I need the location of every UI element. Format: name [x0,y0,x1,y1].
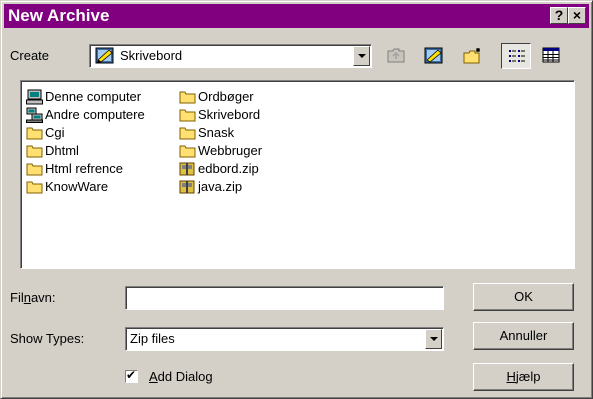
add-dialog-label[interactable]: Add Dialog [149,369,213,385]
folder-icon [179,127,196,140]
folder-icon [26,163,43,176]
show-types-label: Show Types: [10,331,85,346]
computer-icon [26,89,43,105]
chevron-down-icon[interactable] [353,46,370,66]
folder-icon [26,181,43,194]
title-bar[interactable]: New Archive ? × [4,4,589,28]
desktop-icon [424,47,443,64]
list-item-label: Skrivebord [198,107,261,122]
list-item-label: KnowWare [45,179,109,194]
create-location-combo[interactable]: Skrivebord [89,44,372,68]
list-view-icon [509,50,525,62]
help-button[interactable]: Hjælp [473,363,574,391]
file-list[interactable]: Denne computer Andre computere Cgi Dhtml [20,80,575,269]
close-title-button[interactable]: × [568,7,586,24]
list-item-label: Snask [198,125,235,140]
create-location-value: Skrivebord [120,48,183,63]
up-folder-button[interactable] [381,43,411,69]
network-icon [26,107,43,123]
add-dialog-checkbox[interactable]: ✔ [125,368,138,383]
show-types-value: Zip files [130,331,175,346]
new-folder-button[interactable] [457,43,487,69]
list-item-label: java.zip [198,179,243,194]
folder-icon [179,109,196,122]
up-folder-icon [387,48,405,63]
list-item-label: Ordbøger [198,89,254,104]
list-item-label: Html refrence [45,161,124,176]
list-item-label: edbord.zip [198,161,259,176]
new-archive-dialog: New Archive ? × Create Skrivebord Denne … [0,0,593,399]
zip-icon [179,162,195,176]
help-title-button[interactable]: ? [550,7,568,24]
desktop-button[interactable] [418,43,448,69]
show-types-select[interactable]: Zip files [125,327,444,351]
list-item-label: Dhtml [45,143,79,158]
list-item-label: Denne computer [45,89,142,104]
zip-icon [179,180,195,194]
folder-icon [26,127,43,140]
filename-label: Filnavn: [10,290,56,305]
list-view-button[interactable] [501,43,531,69]
desktop-icon [95,47,114,64]
details-view-icon [542,47,560,63]
folder-icon [179,91,196,104]
dialog-title: New Archive [8,6,110,25]
folder-icon [179,145,196,158]
chevron-down-icon[interactable] [425,329,442,349]
ok-button[interactable]: OK [473,283,574,311]
cancel-button[interactable]: Annuller [473,322,574,350]
create-label: Create [10,48,50,63]
checkmark-icon: ✔ [126,368,137,382]
folder-icon [26,145,43,158]
filename-input[interactable] [125,286,444,310]
list-item-label: Andre computere [45,107,145,122]
list-item-label: Cgi [45,125,65,140]
new-folder-icon [463,48,480,64]
list-item-label: Webbruger [198,143,263,158]
details-view-button[interactable] [536,43,566,69]
